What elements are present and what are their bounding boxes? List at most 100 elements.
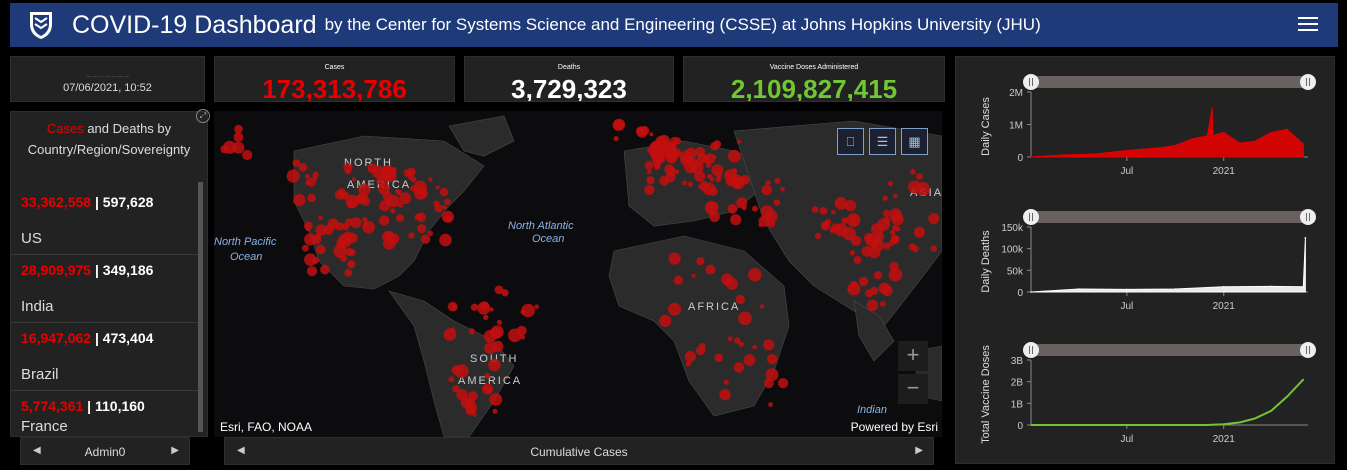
case-marker[interactable] [764,378,774,389]
case-marker[interactable] [449,327,456,334]
case-marker[interactable] [293,194,306,207]
case-marker[interactable] [733,362,745,373]
case-marker[interactable] [847,288,852,293]
case-marker[interactable] [752,205,758,212]
slider-handle[interactable] [1023,74,1039,90]
case-marker[interactable] [414,213,422,221]
case-marker[interactable] [306,266,318,277]
case-marker[interactable] [895,226,901,232]
case-marker[interactable] [521,303,535,318]
case-marker[interactable] [765,210,778,223]
case-marker[interactable] [819,207,828,215]
case-marker[interactable] [714,353,724,363]
case-marker[interactable] [834,197,848,210]
case-marker[interactable] [673,275,683,285]
slider-handle[interactable] [1300,342,1316,358]
case-marker[interactable] [721,273,733,286]
case-marker[interactable] [382,191,392,201]
list-next-arrow-icon[interactable]: ▶ [171,445,179,456]
menu-icon[interactable] [1298,13,1318,35]
case-marker[interactable] [468,328,475,335]
case-marker[interactable] [649,142,659,151]
case-marker[interactable] [850,235,862,246]
case-marker[interactable] [477,301,491,315]
case-marker[interactable] [738,311,752,326]
case-marker[interactable] [439,233,452,247]
case-marker[interactable] [725,175,737,187]
case-marker[interactable] [483,384,490,391]
case-marker[interactable] [340,255,347,262]
case-marker[interactable] [887,181,894,187]
case-marker[interactable] [494,285,504,295]
case-marker[interactable] [743,354,756,366]
case-marker[interactable] [489,307,494,312]
case-marker[interactable] [451,304,458,311]
case-marker[interactable] [883,217,891,225]
case-marker[interactable] [780,186,785,192]
case-marker[interactable] [613,118,626,131]
case-marker[interactable] [910,168,916,175]
case-marker[interactable] [379,200,391,212]
list-item[interactable]: 5,774,361 | 110,160 France [21,398,201,435]
zoom-in-button[interactable]: + [898,341,928,371]
case-marker[interactable] [318,215,323,220]
case-marker[interactable] [234,124,243,134]
case-marker[interactable] [736,197,748,209]
case-marker[interactable] [824,218,832,225]
case-marker[interactable] [670,158,676,164]
case-marker[interactable] [327,218,339,230]
slider-handle[interactable] [1300,74,1316,90]
case-marker[interactable] [915,173,923,180]
case-marker[interactable] [889,208,902,221]
case-marker[interactable] [390,208,396,214]
expand-icon[interactable]: ⤢ [196,109,210,123]
case-marker[interactable] [888,267,903,282]
case-marker[interactable] [435,185,440,190]
case-marker[interactable] [748,268,762,282]
case-marker[interactable] [516,325,527,336]
case-marker[interactable] [646,176,655,185]
case-marker[interactable] [913,226,925,238]
case-marker[interactable] [712,154,717,160]
case-marker[interactable] [768,402,773,407]
case-marker[interactable] [344,269,353,277]
case-marker[interactable] [735,294,745,305]
case-marker[interactable] [417,224,427,234]
case-marker[interactable] [340,191,349,200]
case-marker[interactable] [352,177,356,182]
case-marker[interactable] [489,393,503,406]
case-marker[interactable] [659,314,672,327]
case-marker[interactable] [865,289,874,298]
case-marker[interactable] [682,180,688,186]
case-marker[interactable] [691,273,696,278]
list-item[interactable]: 33,362,558 | 597,628 US [21,194,201,247]
case-marker[interactable] [403,168,412,177]
case-marker[interactable] [305,225,311,232]
case-marker[interactable] [752,344,757,350]
case-marker[interactable] [304,233,317,246]
case-marker[interactable] [696,257,705,266]
case-marker[interactable] [727,204,738,214]
case-marker[interactable] [866,299,879,311]
case-marker[interactable] [849,250,856,256]
legend-list-icon[interactable]: ☰ [869,128,896,155]
case-marker[interactable] [758,223,763,227]
case-marker[interactable] [312,171,319,178]
case-marker[interactable] [358,183,371,196]
case-marker[interactable] [831,210,836,215]
case-marker[interactable] [307,193,316,203]
basemap-gallery-icon[interactable]: ▦ [901,128,928,155]
case-marker[interactable] [763,339,775,351]
case-marker[interactable] [668,302,681,316]
slider-handle[interactable] [1300,209,1316,225]
case-marker[interactable] [427,230,434,237]
case-marker[interactable] [408,232,415,239]
case-marker[interactable] [761,184,773,196]
case-marker[interactable] [853,255,862,264]
case-marker[interactable] [490,327,502,339]
case-marker[interactable] [635,126,646,136]
case-marker[interactable] [711,164,724,176]
case-marker[interactable] [232,141,245,154]
case-marker[interactable] [858,276,869,287]
case-marker[interactable] [930,245,937,252]
